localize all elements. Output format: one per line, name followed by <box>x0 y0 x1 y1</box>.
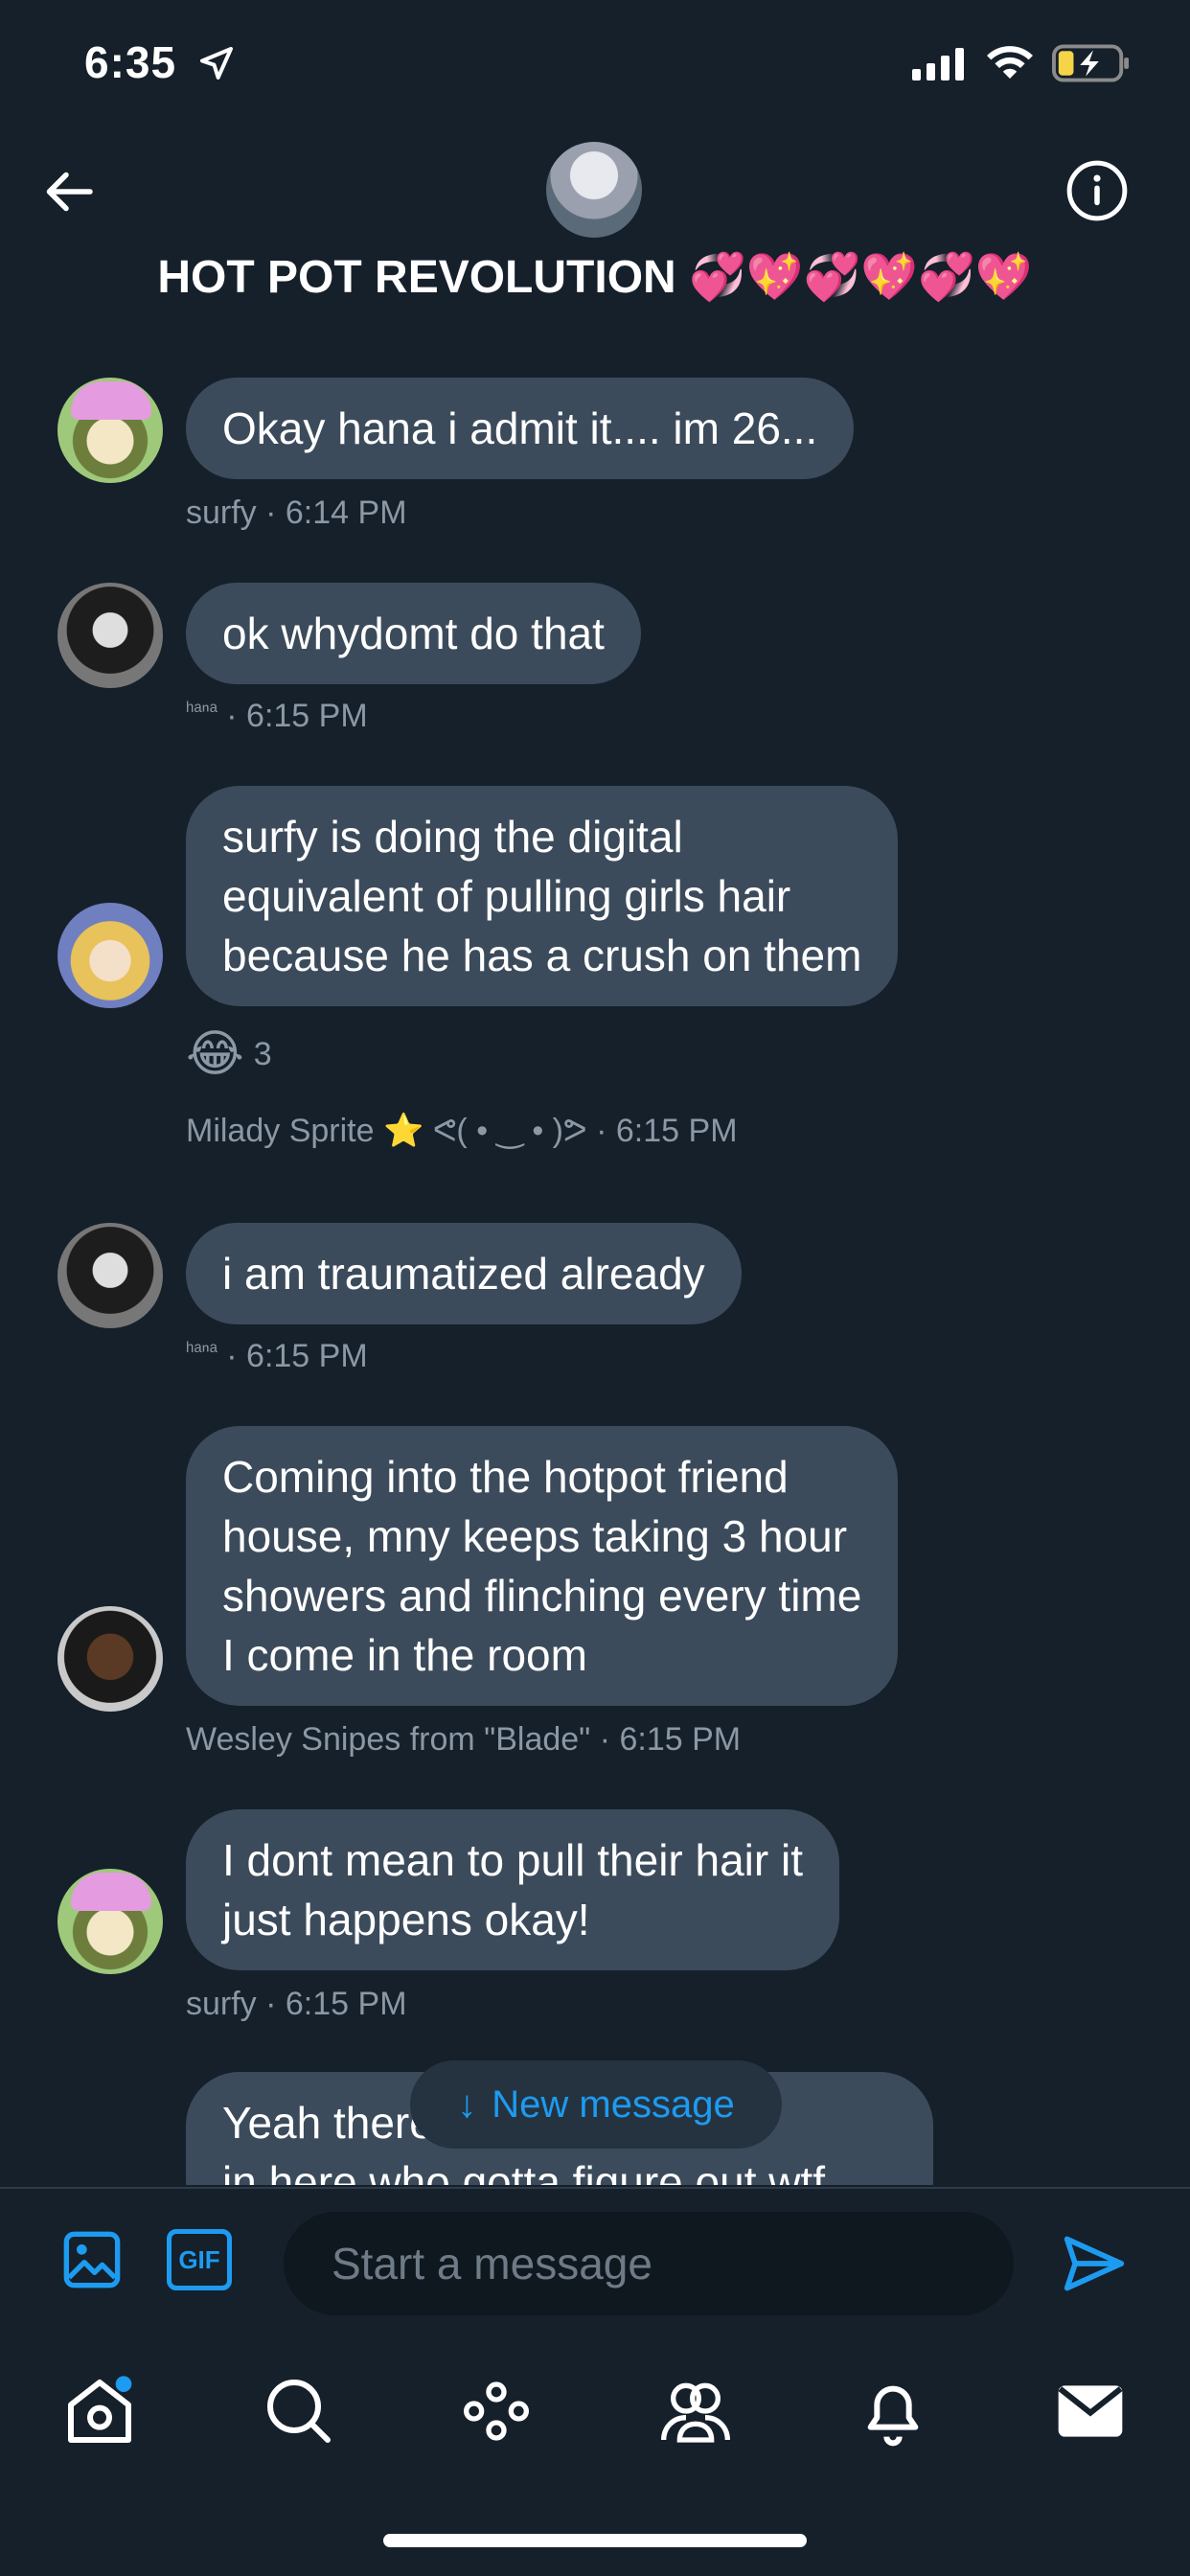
message-line: surfy is doing the digital <box>222 812 683 862</box>
status-bar: 6:35 <box>0 0 1190 134</box>
status-time: 6:35 <box>84 37 177 87</box>
conversation-title[interactable]: HOT POT REVOLUTION 💞💖💞💖💞💖 <box>0 249 1190 304</box>
compose-bar: GIF <box>0 2187 1190 2336</box>
avatar-wesley-snipes[interactable] <box>57 1606 163 1712</box>
message-meta: ʰᵃⁿᵃ · 6:15 PM <box>186 1338 368 1375</box>
message-text: i am traumatized already <box>222 1249 705 1299</box>
reaction-badge[interactable]: 😂 3 <box>186 1025 272 1083</box>
message-bubble[interactable]: surfy is doing the digital equivalent of… <box>186 786 899 1006</box>
gif-button[interactable]: GIF <box>167 2229 232 2290</box>
message-text: Okay hana i admit it.... im 26... <box>222 403 818 453</box>
message-input[interactable] <box>284 2212 1014 2315</box>
avatar-milady-sprite[interactable] <box>57 903 163 1008</box>
home-icon[interactable] <box>61 2373 138 2450</box>
reaction-count: 3 <box>253 1035 272 1072</box>
message-line: just happens okay! <box>222 1895 590 1944</box>
message-line: Coming into the hotpot friend <box>222 1452 789 1502</box>
message-line: because he has a crush on them <box>222 931 862 980</box>
laughing-emoji-icon: 😂 <box>186 1026 244 1082</box>
message-time: · 6:15 PM <box>217 1338 368 1374</box>
down-arrow-icon: ↓ <box>457 2082 477 2126</box>
message-line: house, mny keeps taking 3 hour <box>222 1511 848 1561</box>
message-bubble[interactable]: ok whydomt do that <box>186 583 641 684</box>
avatar-hana[interactable] <box>57 1223 163 1328</box>
message-meta: surfy · 6:14 PM <box>186 494 407 531</box>
message-line: in here who gotta figure out wtf <box>222 2157 826 2185</box>
message-line: I dont mean to pull their hair it <box>222 1835 803 1885</box>
communities-icon[interactable] <box>657 2373 734 2450</box>
home-indicator[interactable] <box>383 2534 807 2547</box>
cellular-signal-icon <box>912 46 964 80</box>
author-name: ʰᵃⁿᵃ <box>186 698 217 722</box>
message-bubble[interactable]: I dont mean to pull their hair it just h… <box>186 1809 839 1970</box>
message-line: equivalent of pulling girls hair <box>222 871 791 921</box>
message-meta: Wesley Snipes from "Blade" · 6:15 PM <box>186 1721 742 1758</box>
author-name: ʰᵃⁿᵃ <box>186 1338 217 1362</box>
new-message-label: New message <box>492 2082 735 2126</box>
notifications-bell-icon[interactable] <box>855 2373 931 2450</box>
wifi-icon <box>987 46 1033 79</box>
message-list[interactable]: Okay hana i admit it.... im 26... surfy … <box>0 364 1190 2185</box>
battery-charging-icon <box>1052 44 1130 82</box>
message-meta: surfy · 6:15 PM <box>186 1986 407 2022</box>
avatar-surfy[interactable] <box>57 378 163 483</box>
back-arrow-icon[interactable] <box>42 163 100 220</box>
message-bubble[interactable]: Coming into the hotpot friend house, mny… <box>186 1426 899 1706</box>
image-icon[interactable] <box>61 2229 123 2290</box>
info-icon[interactable] <box>1065 159 1129 222</box>
message-time: · 6:15 PM <box>217 698 368 734</box>
send-icon[interactable] <box>1062 2231 1127 2296</box>
group-avatar[interactable] <box>546 142 642 238</box>
avatar-surfy[interactable] <box>57 1869 163 1974</box>
message-bubble[interactable]: i am traumatized already <box>186 1223 742 1324</box>
message-line: I come in the room <box>222 1630 587 1680</box>
avatar-hana[interactable] <box>57 583 163 688</box>
message-bubble[interactable]: Okay hana i admit it.... im 26... <box>186 378 855 479</box>
location-arrow-icon <box>200 47 233 80</box>
spaces-icon[interactable] <box>458 2373 535 2450</box>
messages-envelope-icon[interactable] <box>1052 2373 1129 2450</box>
new-message-button[interactable]: ↓ New message <box>410 2060 782 2149</box>
message-meta: ʰᵃⁿᵃ · 6:15 PM <box>186 698 368 735</box>
message-line: showers and flinching every time <box>222 1571 862 1621</box>
message-meta: Milady Sprite ⭐ ᕙ( • ‿ • )ᕗ · 6:15 PM <box>186 1113 738 1149</box>
search-icon[interactable] <box>261 2373 337 2450</box>
message-text: ok whydomt do that <box>222 609 605 658</box>
